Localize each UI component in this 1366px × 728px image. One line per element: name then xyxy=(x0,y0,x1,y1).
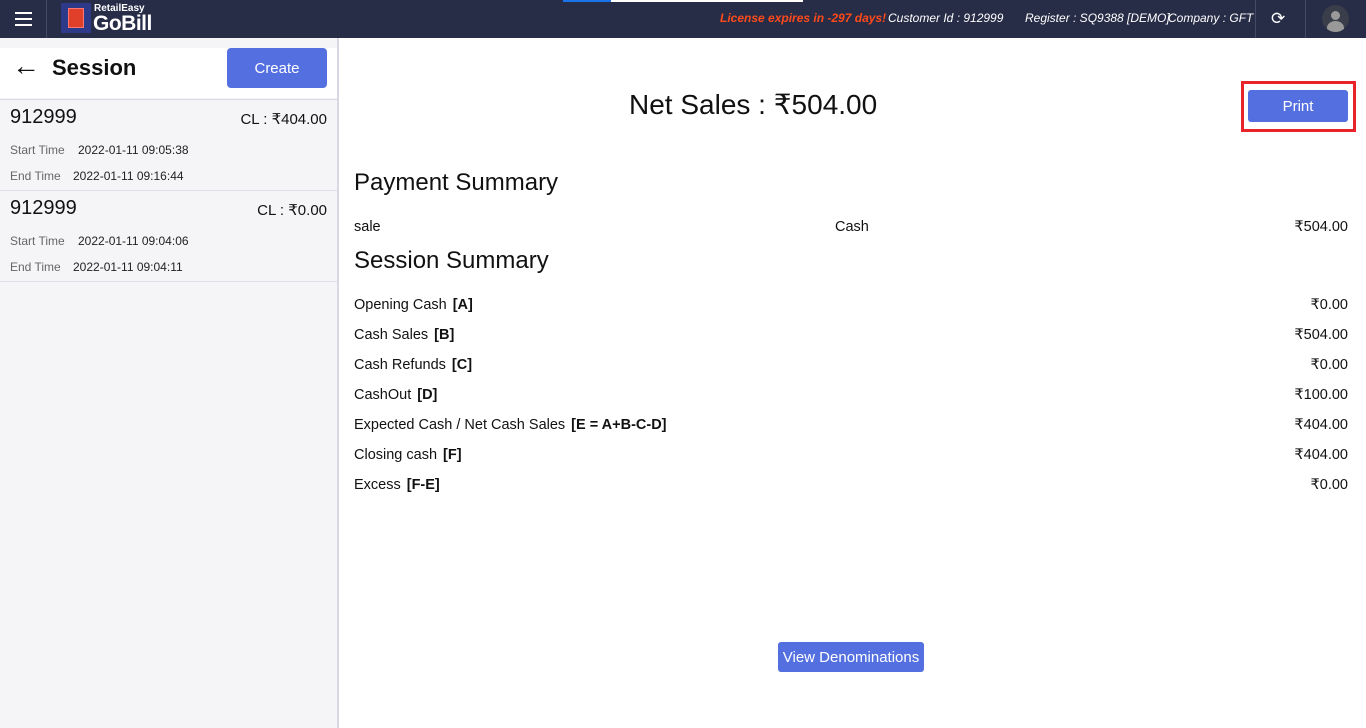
hamburger-menu-icon[interactable] xyxy=(0,0,47,38)
summary-row: Cash Refunds [C] ₹0.00 xyxy=(354,357,1348,373)
session-closing: CL : ₹404.00 xyxy=(240,111,327,128)
brand-line2: GoBill xyxy=(93,12,152,35)
top-bar: RetailEasy GoBill License expires in -29… xyxy=(0,0,1366,38)
row-label: Expected Cash / Net Cash Sales xyxy=(354,417,566,433)
session-id: 912999 xyxy=(10,197,77,219)
payment-summary-title: Payment Summary xyxy=(354,169,559,196)
row-label: Closing cash xyxy=(354,447,438,463)
register-info: Register : SQ9388 [DEMO] xyxy=(1025,11,1170,25)
row-value: ₹404.00 xyxy=(1294,417,1348,433)
net-sales: Net Sales : ₹504.00 xyxy=(629,89,878,120)
sidebar-title: Session xyxy=(52,55,137,80)
session-summary-title: Session Summary xyxy=(354,247,549,274)
end-time: 2022-01-11 09:16:44 xyxy=(73,169,184,183)
start-time: 2022-01-11 09:04:06 xyxy=(78,234,189,248)
row-code: [E = A+B-C-D] xyxy=(571,417,667,433)
payment-type: sale xyxy=(354,219,381,235)
summary-row: Excess [F-E] ₹0.00 xyxy=(354,477,1348,493)
row-value: ₹0.00 xyxy=(1310,477,1348,493)
row-value: ₹404.00 xyxy=(1294,447,1348,463)
avatar[interactable] xyxy=(1322,5,1349,32)
row-value: ₹504.00 xyxy=(1294,327,1348,343)
row-label: Excess xyxy=(354,477,401,493)
row-label: Cash Sales xyxy=(354,327,429,343)
session-closing: CL : ₹0.00 xyxy=(257,202,327,219)
license-warning: License expires in -297 days! xyxy=(720,11,887,25)
end-time: 2022-01-11 09:04:11 xyxy=(73,260,183,274)
summary-row: Opening Cash [A] ₹0.00 xyxy=(354,297,1348,313)
session-sidebar: ← Session Create 912999 CL : ₹404.00 Sta… xyxy=(0,38,339,728)
loading-progress-bar xyxy=(563,0,803,2)
start-time-label: Start Time xyxy=(10,143,65,157)
summary-row: Expected Cash / Net Cash Sales [E = A+B-C… xyxy=(354,417,1348,433)
row-label: CashOut xyxy=(354,387,412,403)
print-highlight: Print xyxy=(1241,81,1356,132)
end-time-label: End Time xyxy=(10,169,61,183)
start-time: 2022-01-11 09:05:38 xyxy=(78,143,189,157)
divider xyxy=(1255,0,1256,38)
gobill-logo-icon xyxy=(61,3,91,33)
print-button[interactable]: Print xyxy=(1248,90,1348,122)
summary-row: Cash Sales [B] ₹504.00 xyxy=(354,327,1348,343)
view-denominations-button[interactable]: View Denominations xyxy=(778,642,924,672)
end-time-label: End Time xyxy=(10,260,61,274)
payment-row: sale Cash ₹504.00 xyxy=(354,219,1348,235)
create-button[interactable]: Create xyxy=(227,48,327,88)
row-code: [D] xyxy=(417,387,438,403)
summary-row: Closing cash [F] ₹404.00 xyxy=(354,447,1348,463)
sidebar-header: ← Session Create xyxy=(0,48,337,98)
divider xyxy=(1305,0,1306,38)
row-code: [F] xyxy=(443,447,462,463)
row-code: [C] xyxy=(451,357,473,373)
row-label: Cash Refunds xyxy=(354,357,446,373)
session-list-item[interactable]: 912999 CL : ₹0.00 Start Time 2022-01-11 … xyxy=(0,191,337,282)
row-code: [F-E] xyxy=(406,477,440,493)
customer-id: Customer Id : 912999 xyxy=(888,11,1004,25)
row-code: [B] xyxy=(434,327,455,343)
session-detail: Net Sales : ₹504.00 Print Payment Summar… xyxy=(339,38,1366,728)
start-time-label: Start Time xyxy=(10,234,65,248)
payment-amount: ₹504.00 xyxy=(1294,219,1348,235)
row-code: [A] xyxy=(452,297,473,313)
summary-row: CashOut [D] ₹100.00 xyxy=(354,387,1348,403)
row-value: ₹0.00 xyxy=(1310,357,1348,373)
row-value: ₹100.00 xyxy=(1294,387,1348,403)
row-value: ₹0.00 xyxy=(1310,297,1348,313)
row-label: Opening Cash xyxy=(354,297,447,313)
session-id: 912999 xyxy=(10,106,77,128)
session-list-item[interactable]: 912999 CL : ₹404.00 Start Time 2022-01-1… xyxy=(0,100,337,191)
payment-method: Cash xyxy=(835,219,869,235)
refresh-icon[interactable]: ⟳ xyxy=(1271,9,1285,29)
company-info: Company : GFT xyxy=(1168,11,1254,25)
back-arrow-icon[interactable]: ← xyxy=(12,50,40,82)
